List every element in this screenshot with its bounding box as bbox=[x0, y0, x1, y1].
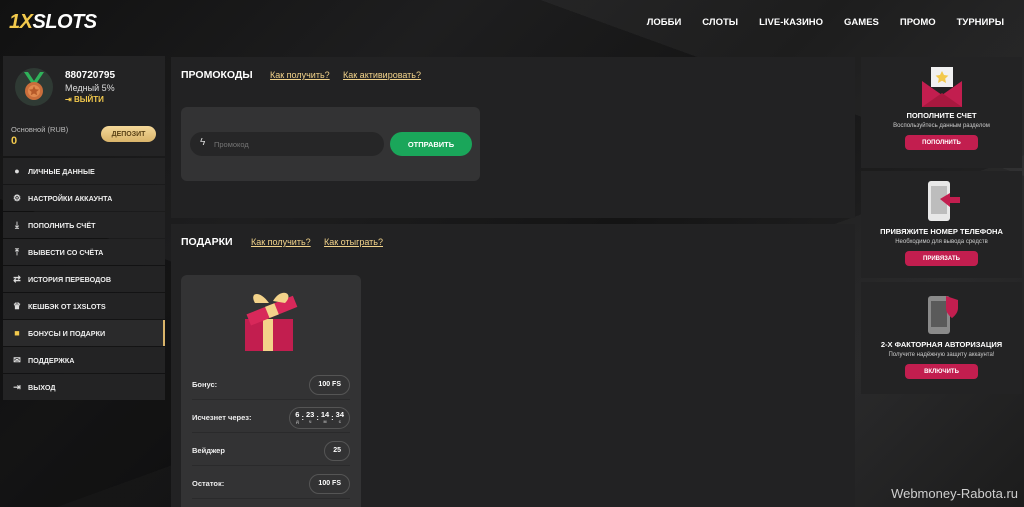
menu-item-support[interactable]: ✉ ПОДДЕРЖКА bbox=[3, 347, 165, 373]
medal-icon bbox=[24, 72, 44, 100]
promo-how-get-link[interactable]: Как получить? bbox=[270, 70, 330, 80]
account-menu: ● ЛИЧНЫЕ ДАННЫЕ ⚙ НАСТРОЙКИ АККАУНТА ⤓ П… bbox=[3, 158, 165, 401]
enable-2fa-button[interactable]: ВКЛЮЧИТЬ bbox=[905, 364, 978, 379]
nav-games[interactable]: GAMES bbox=[844, 17, 879, 28]
menu-item-cashback[interactable]: ♛ КЕШБЭК ОТ 1XSLOTS bbox=[3, 293, 165, 319]
promo-how-activate-link[interactable]: Как активировать? bbox=[343, 70, 421, 80]
gift-remaining-row: Остаток: 100 FS bbox=[192, 469, 350, 499]
bind-phone-button[interactable]: ПРИВЯЗАТЬ bbox=[905, 251, 978, 266]
promo-codes-panel: ПРОМОКОДЫ Как получить? Как активировать… bbox=[171, 57, 855, 218]
gifts-panel: ПОДАРКИ Как получить? Как отыграть? Бону… bbox=[171, 224, 855, 507]
profile-card: 880720795 Медный 5% ⇥ ВЫЙТИ Основной (RU… bbox=[3, 56, 165, 156]
gift-wager-row: Вейджер 25 bbox=[192, 436, 350, 466]
balance-label: Основной (RUB) bbox=[11, 125, 69, 134]
gifts-title: ПОДАРКИ bbox=[181, 236, 233, 248]
menu-item-bonuses-gifts[interactable]: ■ БОНУСЫ И ПОДАРКИ bbox=[3, 320, 165, 346]
topup-button[interactable]: ПОПОЛНИТЬ bbox=[905, 135, 978, 150]
gift-remaining-value: 100 FS bbox=[309, 473, 350, 494]
nav-tournaments[interactable]: ТУРНИРЫ bbox=[957, 17, 1004, 28]
account-rank: Медный 5% bbox=[65, 83, 115, 93]
download-icon: ⤓ bbox=[15, 219, 19, 230]
transfer-icon: ⇄ bbox=[13, 273, 21, 284]
upload-icon: ⤒ bbox=[15, 246, 19, 257]
header: 1XSLOTS ЛОББИ СЛОТЫ LIVE-КАЗИНО GAMES ПР… bbox=[0, 0, 1024, 50]
side-card-2fa: 2-Х ФАКТОРНАЯ АВТОРИЗАЦИЯ Получите надёж… bbox=[861, 282, 1022, 394]
nav-live-casino[interactable]: LIVE-КАЗИНО bbox=[759, 17, 823, 28]
nav-slots[interactable]: СЛОТЫ bbox=[702, 17, 738, 28]
nav-promo[interactable]: ПРОМО bbox=[900, 17, 936, 28]
promo-form: ϟ ОТПРАВИТЬ bbox=[181, 107, 480, 181]
top-nav: ЛОББИ СЛОТЫ LIVE-КАЗИНО GAMES ПРОМО ТУРН… bbox=[647, 17, 1004, 28]
menu-item-withdraw[interactable]: ⤒ ВЫВЕСТИ СО СЧЁТА bbox=[3, 239, 165, 265]
gift-bonus-value: 100 FS bbox=[309, 374, 350, 395]
mail-icon: ✉ bbox=[13, 354, 21, 365]
menu-item-exit[interactable]: ⇥ ВЫХОД bbox=[3, 374, 165, 400]
balance-value: 0 bbox=[11, 135, 18, 147]
shield-phone-icon bbox=[927, 296, 958, 334]
gift-bonus-row: Бонус: 100 FS bbox=[192, 370, 350, 400]
gift-card: Бонус: 100 FS Исчезнет через: 6д : 23 ч :… bbox=[181, 275, 361, 507]
promo-code-input[interactable] bbox=[190, 132, 384, 156]
gift-countdown: 6д : 23 ч : 14 м : 34 с bbox=[289, 406, 350, 429]
deposit-button[interactable]: ДЕПОЗИТ bbox=[101, 126, 156, 142]
logout-icon: ⇥ bbox=[65, 95, 74, 104]
menu-item-personal-data[interactable]: ● ЛИЧНЫЕ ДАННЫЕ bbox=[3, 158, 165, 184]
gifts-how-wager-link[interactable]: Как отыграть? bbox=[324, 237, 383, 247]
side-card-topup: ПОПОЛНИТЕ СЧЕТ Воспользуйтесь данным раз… bbox=[861, 57, 1022, 168]
gear-icon: ⚙ bbox=[12, 192, 22, 203]
user-icon: ● bbox=[14, 166, 20, 176]
menu-item-deposit[interactable]: ⤓ ПОПОЛНИТЬ СЧЁТ bbox=[3, 212, 165, 238]
gift-expire-row: Исчезнет через: 6д : 23 ч : 14 м : 34 с bbox=[192, 403, 350, 433]
envelope-star-icon bbox=[921, 67, 962, 107]
gift-box-icon bbox=[245, 292, 298, 351]
gifts-how-get-link[interactable]: Как получить? bbox=[251, 237, 311, 247]
logo[interactable]: 1XSLOTS bbox=[9, 11, 97, 34]
exit-icon: ⇥ bbox=[13, 381, 21, 392]
phone-icon bbox=[927, 181, 960, 221]
gift-icon: ■ bbox=[14, 328, 20, 338]
gift-wager-value: 25 bbox=[324, 440, 350, 461]
nav-lobby[interactable]: ЛОББИ bbox=[647, 17, 682, 28]
menu-item-transfer-history[interactable]: ⇄ ИСТОРИЯ ПЕРЕВОДОВ bbox=[3, 266, 165, 292]
menu-item-account-settings[interactable]: ⚙ НАСТРОЙКИ АККАУНТА bbox=[3, 185, 165, 211]
watermark: Webmoney-Rabota.ru bbox=[891, 486, 1018, 501]
account-id: 880720795 bbox=[65, 70, 116, 81]
side-card-phone: ПРИВЯЖИТЕ НОМЕР ТЕЛЕФОНА Необходимо для … bbox=[861, 171, 1022, 278]
send-promo-button[interactable]: ОТПРАВИТЬ bbox=[390, 132, 472, 156]
crown-icon: ♛ bbox=[12, 300, 22, 311]
logout-link[interactable]: ⇥ ВЫЙТИ bbox=[65, 95, 104, 104]
promo-title: ПРОМОКОДЫ bbox=[181, 69, 253, 81]
avatar bbox=[15, 68, 53, 106]
bolt-icon: ϟ bbox=[200, 137, 206, 148]
